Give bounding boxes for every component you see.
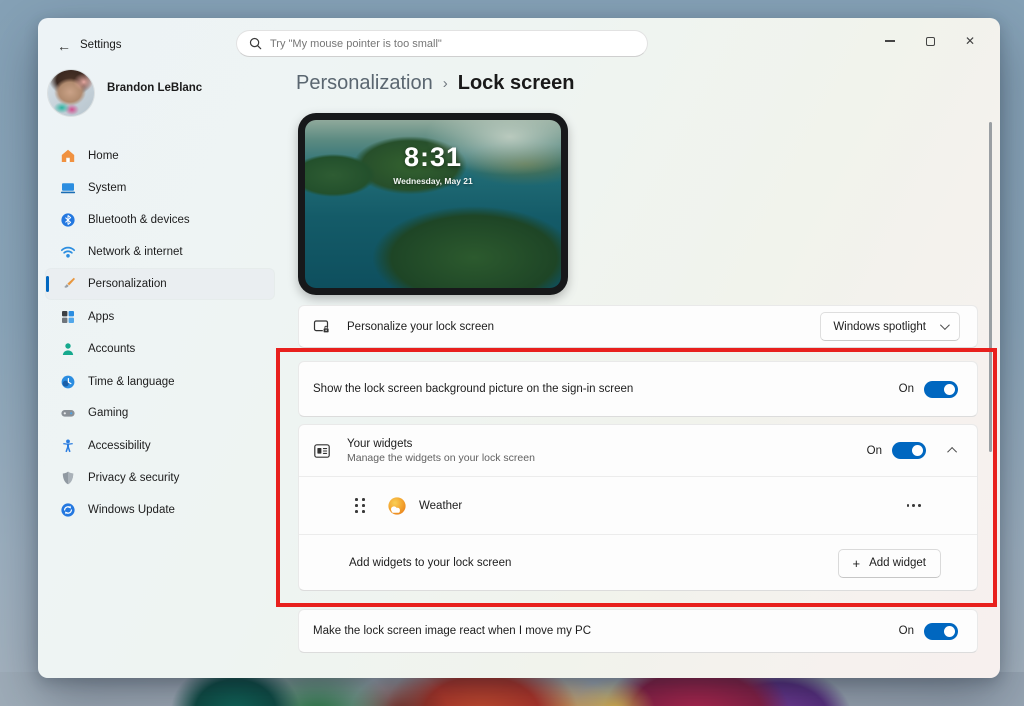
- sidebar-item-label: Accessibility: [88, 440, 151, 452]
- sidebar-item-network[interactable]: Network & internet: [46, 237, 274, 267]
- sidebar-item-time-language[interactable]: Time & language: [46, 367, 274, 397]
- toggle-state-label: On: [899, 383, 914, 395]
- search-input[interactable]: Try "My mouse pointer is too small": [236, 30, 648, 57]
- signin-background-toggle[interactable]: [924, 381, 958, 398]
- sidebar-item-label: Home: [88, 150, 119, 162]
- setting-subtitle: Manage the widgets on your lock screen: [347, 452, 535, 464]
- drag-handle-icon[interactable]: [355, 498, 365, 513]
- sidebar-item-bluetooth[interactable]: Bluetooth & devices: [46, 205, 274, 235]
- plus-icon: +: [853, 557, 861, 570]
- lock-screen-preview: 8:31 Wednesday, May 21: [298, 113, 568, 295]
- widget-row-weather[interactable]: Weather: [299, 477, 977, 534]
- avatar[interactable]: [48, 70, 94, 116]
- sidebar-item-apps[interactable]: Apps: [46, 302, 274, 332]
- search-placeholder: Try "My mouse pointer is too small": [270, 38, 442, 50]
- sidebar-item-label: Bluetooth & devices: [88, 214, 190, 226]
- add-widgets-row: Add widgets to your lock screen + Add wi…: [299, 535, 977, 591]
- app-title: Settings: [80, 39, 122, 51]
- close-icon: ✕: [965, 34, 975, 48]
- sidebar-item-personalization[interactable]: Personalization: [46, 269, 274, 299]
- sidebar-item-label: Time & language: [88, 376, 175, 388]
- sidebar-item-label: System: [88, 182, 126, 194]
- sidebar-item-label: Apps: [88, 311, 114, 323]
- desktop-background: ← Settings Try "My mouse pointer is too …: [0, 0, 1024, 706]
- toggle-state-label: On: [899, 625, 914, 637]
- sidebar-item-label: Accounts: [88, 343, 135, 355]
- chevron-up-icon[interactable]: [947, 447, 957, 457]
- card-personalize-lock-screen: Personalize your lock screen Windows spo…: [298, 305, 978, 348]
- accessibility-icon: [60, 438, 76, 454]
- add-widget-label: Add widget: [869, 557, 926, 569]
- sidebar-item-accounts[interactable]: Accounts: [46, 334, 274, 364]
- sidebar-item-label: Network & internet: [88, 246, 183, 258]
- scrollbar[interactable]: [989, 122, 992, 452]
- lock-screen-image: 8:31 Wednesday, May 21: [305, 120, 561, 288]
- sidebar-item-accessibility[interactable]: Accessibility: [46, 431, 274, 461]
- sidebar-item-label: Privacy & security: [88, 472, 179, 484]
- widget-name: Weather: [419, 500, 462, 512]
- lock-screen-mode-dropdown[interactable]: Windows spotlight: [820, 312, 960, 341]
- sidebar-item-windows-update[interactable]: Windows Update: [46, 495, 274, 525]
- back-button[interactable]: ←: [50, 34, 78, 58]
- network-icon: [60, 244, 76, 260]
- bluetooth-icon: [60, 212, 76, 228]
- setting-title: Show the lock screen background picture …: [313, 383, 633, 395]
- sidebar-item-system[interactable]: System: [46, 173, 274, 203]
- toggle-state-label: On: [867, 445, 882, 457]
- sidebar-item-label: Gaming: [88, 407, 128, 419]
- sidebar-item-label: Windows Update: [88, 504, 175, 516]
- setting-title: Add widgets to your lock screen: [349, 557, 511, 569]
- preview-date: Wednesday, May 21: [305, 176, 561, 186]
- react-toggle[interactable]: [924, 623, 958, 640]
- time-language-icon: [60, 374, 76, 390]
- maximize-icon: [926, 37, 935, 46]
- card-lock-screen-react: Make the lock screen image react when I …: [298, 609, 978, 653]
- more-options-icon[interactable]: [903, 500, 925, 511]
- sidebar-item-gaming[interactable]: Gaming: [46, 398, 274, 428]
- sidebar-item-label: Personalization: [88, 278, 167, 290]
- dropdown-value: Windows spotlight: [833, 321, 926, 333]
- sidebar-item-home[interactable]: Home: [46, 141, 274, 171]
- setting-title: Your widgets: [347, 438, 535, 450]
- card-your-widgets: Your widgets Manage the widgets on your …: [298, 424, 978, 591]
- widgets-header-row[interactable]: Your widgets Manage the widgets on your …: [299, 425, 977, 476]
- breadcrumb-separator-icon: ›: [443, 75, 448, 92]
- page-title: Lock screen: [458, 72, 575, 95]
- home-icon: [60, 148, 76, 164]
- minimize-icon: [885, 40, 895, 41]
- window-controls: ✕: [870, 26, 990, 56]
- apps-icon: [60, 309, 76, 325]
- breadcrumb: Personalization › Lock screen: [296, 72, 574, 95]
- personalization-icon: [60, 276, 76, 292]
- search-icon: [249, 37, 262, 50]
- toggle-knob: [944, 626, 955, 637]
- setting-title: Personalize your lock screen: [347, 321, 494, 333]
- chevron-down-icon: [940, 320, 950, 330]
- toggle-knob: [944, 384, 955, 395]
- close-button[interactable]: ✕: [950, 26, 990, 56]
- accounts-icon: [60, 341, 76, 357]
- gaming-icon: [60, 405, 76, 421]
- weather-widget-icon: [387, 496, 407, 516]
- sidebar-item-privacy[interactable]: Privacy & security: [46, 463, 274, 493]
- privacy-icon: [60, 470, 76, 486]
- breadcrumb-parent[interactable]: Personalization: [296, 72, 433, 95]
- widgets-toggle[interactable]: [892, 442, 926, 459]
- preview-clock: 8:31: [305, 142, 561, 173]
- system-icon: [60, 180, 76, 196]
- setting-title: Make the lock screen image react when I …: [313, 625, 591, 637]
- maximize-button[interactable]: [910, 26, 950, 56]
- user-name: Brandon LeBlanc: [107, 82, 202, 94]
- screen-lock-icon: [313, 318, 331, 336]
- add-widget-button[interactable]: + Add widget: [838, 549, 942, 578]
- card-signin-background: Show the lock screen background picture …: [298, 361, 978, 417]
- minimize-button[interactable]: [870, 26, 910, 56]
- widgets-icon: [313, 442, 331, 460]
- toggle-knob: [912, 445, 923, 456]
- settings-window: ← Settings Try "My mouse pointer is too …: [38, 18, 1000, 678]
- windows-update-icon: [60, 502, 76, 518]
